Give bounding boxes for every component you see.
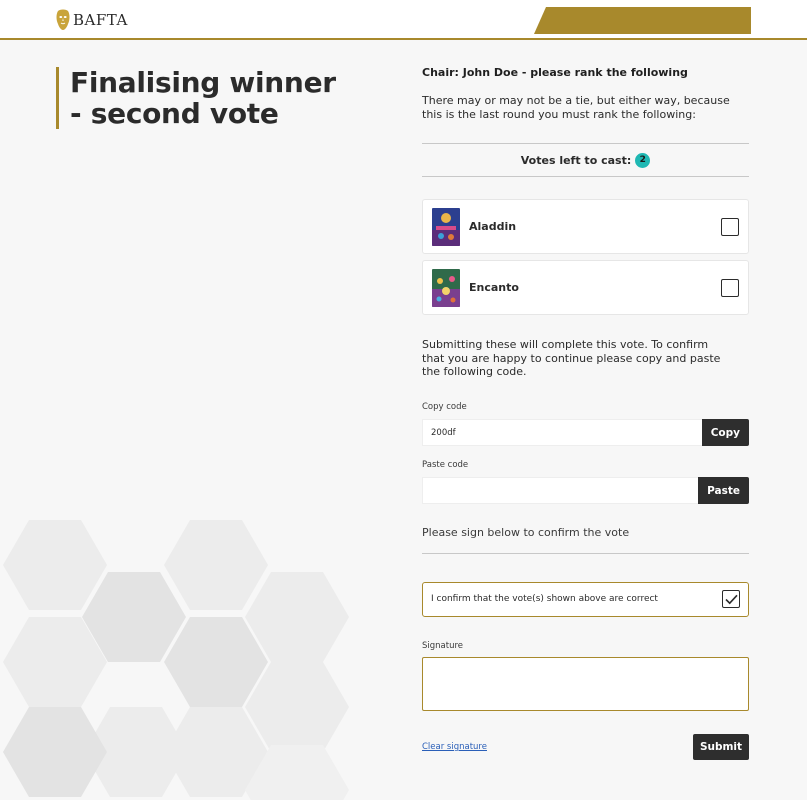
film-option-encanto[interactable]: Encanto xyxy=(422,260,749,315)
copy-code-label: Copy code xyxy=(422,402,467,412)
hexagon-background-decoration xyxy=(0,520,360,800)
film-checkbox[interactable] xyxy=(721,279,739,297)
page-title-block: Finalising winner - second vote xyxy=(56,67,356,129)
votes-left-label: Votes left to cast: xyxy=(520,153,632,167)
logo-text: BAFTA xyxy=(73,11,128,29)
sign-instruction: Please sign below to confirm the vote xyxy=(422,526,630,539)
intro-text: There may or may not be a tie, but eithe… xyxy=(422,94,730,121)
film-name: Aladdin xyxy=(469,220,517,233)
signature-pad[interactable] xyxy=(422,657,749,711)
film-name: Encanto xyxy=(469,281,519,294)
copy-button[interactable]: Copy xyxy=(701,419,749,446)
votes-left-badge: 2 xyxy=(635,152,651,168)
paste-code-label: Paste code xyxy=(422,460,469,470)
clear-signature-link[interactable]: Clear signature xyxy=(422,742,487,752)
divider xyxy=(422,553,749,554)
film-option-aladdin[interactable]: Aladdin xyxy=(422,199,749,254)
copy-code-input[interactable] xyxy=(422,419,702,446)
votes-left-bar: Votes left to cast: 2 xyxy=(422,143,749,177)
copy-code-row: Copy xyxy=(422,419,749,446)
confirm-checkbox[interactable] xyxy=(722,590,740,608)
paste-code-row: Paste xyxy=(422,477,749,504)
submit-button[interactable]: Submit xyxy=(693,734,749,760)
signature-label: Signature xyxy=(422,641,464,651)
header-gold-band xyxy=(534,7,751,34)
page-title: Finalising winner - second vote xyxy=(70,66,336,130)
submit-instruction: Submitting these will complete this vote… xyxy=(422,338,721,378)
film-checkbox[interactable] xyxy=(721,218,739,236)
aladdin-poster-image xyxy=(432,208,460,246)
checkmark-icon xyxy=(724,594,738,604)
encanto-poster-image xyxy=(432,269,460,307)
vote-panel: Chair: John Doe - please rank the follow… xyxy=(422,66,749,760)
confirm-vote-option[interactable]: I confirm that the vote(s) shown above a… xyxy=(422,582,749,617)
paste-button[interactable]: Paste xyxy=(698,477,749,504)
paste-code-input[interactable] xyxy=(422,477,699,504)
chair-instruction: Chair: John Doe - please rank the follow… xyxy=(422,66,688,79)
top-header: BAFTA xyxy=(0,0,807,40)
confirm-text: I confirm that the vote(s) shown above a… xyxy=(431,594,658,604)
bafta-mask-icon xyxy=(55,9,71,31)
bafta-logo[interactable]: BAFTA xyxy=(55,9,128,31)
